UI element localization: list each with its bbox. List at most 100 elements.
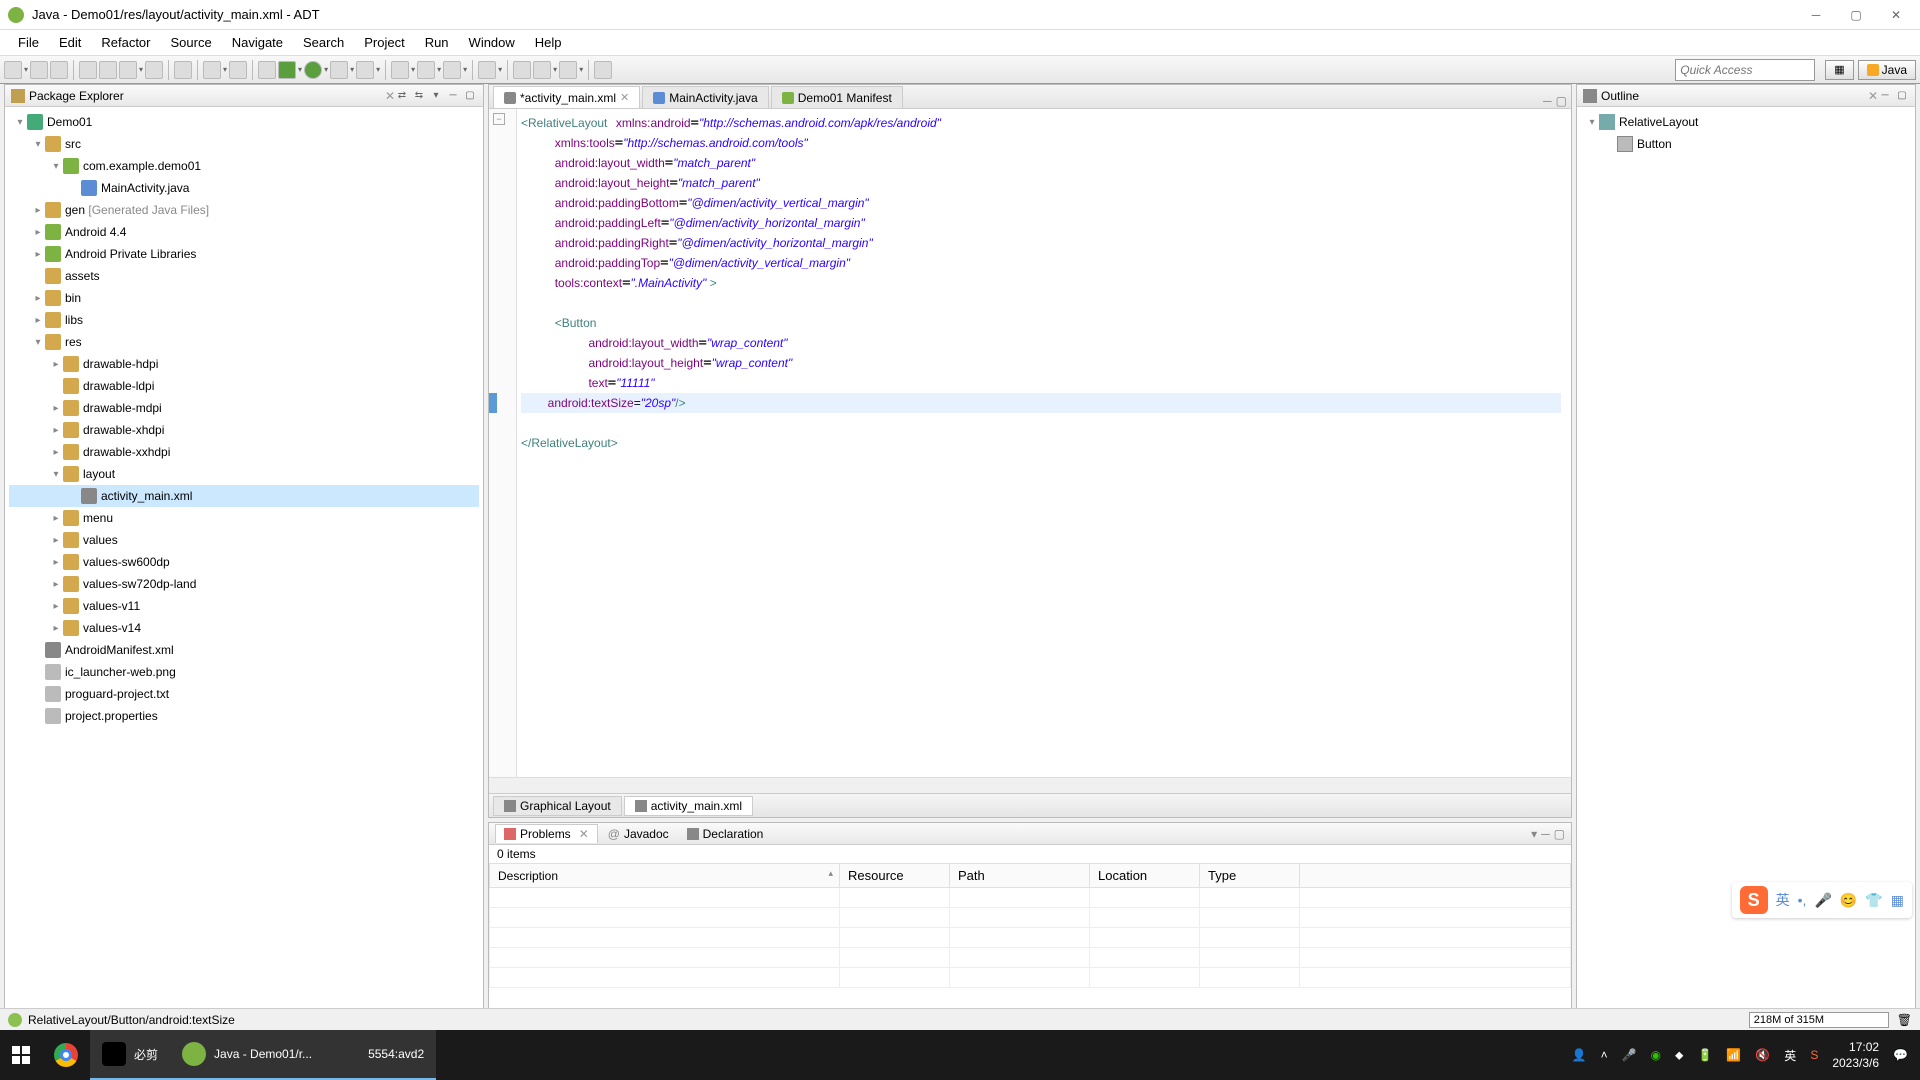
close-icon[interactable]: ✕ xyxy=(579,827,589,841)
save-all-button[interactable] xyxy=(50,61,68,79)
ime-grid[interactable]: ▦ xyxy=(1891,892,1904,909)
dropdown-icon[interactable]: ▾ xyxy=(411,65,415,74)
menu-project[interactable]: Project xyxy=(354,31,414,54)
table-row[interactable] xyxy=(490,948,1571,968)
menu-window[interactable]: Window xyxy=(459,31,525,54)
expand-icon[interactable]: ▸ xyxy=(31,227,45,238)
tree-libs[interactable]: ▸libs xyxy=(9,309,479,331)
tree-res[interactable]: ▾res xyxy=(9,331,479,353)
horizontal-scrollbar[interactable] xyxy=(489,777,1571,793)
graphical-layout-tab[interactable]: Graphical Layout xyxy=(493,796,622,816)
tree-layout-folder[interactable]: ▾layout xyxy=(9,463,479,485)
expand-icon[interactable]: ▸ xyxy=(31,293,45,304)
maximize-view-button[interactable]: ▢ xyxy=(1554,827,1565,841)
tree-menu-folder[interactable]: ▸menu xyxy=(9,507,479,529)
sogou-icon[interactable]: S xyxy=(1740,886,1768,914)
dropdown-icon[interactable]: ▾ xyxy=(553,65,557,74)
tree-src[interactable]: ▾src xyxy=(9,133,479,155)
expand-icon[interactable]: ▸ xyxy=(31,315,45,326)
tray-wifi-icon[interactable]: 📶 xyxy=(1726,1048,1741,1062)
quick-access-input[interactable] xyxy=(1675,59,1815,81)
dropdown-icon[interactable]: ▾ xyxy=(376,65,380,74)
tree-proguard[interactable]: proguard-project.txt xyxy=(9,683,479,705)
tree-values-sw600dp[interactable]: ▸values-sw600dp xyxy=(9,551,479,573)
dropdown-icon[interactable]: ▾ xyxy=(298,65,302,74)
dropdown-icon[interactable]: ▾ xyxy=(437,65,441,74)
dropdown-icon[interactable]: ▾ xyxy=(463,65,467,74)
tree-drawable-mdpi[interactable]: ▸drawable-mdpi xyxy=(9,397,479,419)
expand-icon[interactable]: ▾ xyxy=(49,469,63,480)
view-menu-button[interactable]: ▾ xyxy=(429,89,443,103)
taskbar-chrome[interactable] xyxy=(42,1030,90,1080)
source-tab[interactable]: activity_main.xml xyxy=(624,796,753,816)
taskbar-eclipse[interactable]: Java - Demo01/r... xyxy=(170,1030,324,1080)
taskbar-clock[interactable]: 17:02 2023/3/6 xyxy=(1832,1039,1879,1071)
menu-navigate[interactable]: Navigate xyxy=(222,31,293,54)
prev-edit-button[interactable] xyxy=(513,61,531,79)
ime-lang[interactable]: 英 xyxy=(1776,890,1790,910)
expand-icon[interactable]: ▸ xyxy=(49,601,63,612)
new-package-button[interactable] xyxy=(417,61,435,79)
expand-icon[interactable]: ▾ xyxy=(49,161,63,172)
javadoc-tab[interactable]: @ Javadoc xyxy=(600,825,677,843)
menu-edit[interactable]: Edit xyxy=(49,31,91,54)
tray-ime-icon[interactable]: 英 xyxy=(1784,1047,1796,1064)
minimize-editor-button[interactable]: ─ xyxy=(1543,94,1552,108)
tree-values[interactable]: ▸values xyxy=(9,529,479,551)
pin-button[interactable] xyxy=(594,61,612,79)
view-close-icon[interactable]: ✕ xyxy=(385,89,395,103)
dropdown-icon[interactable]: ▾ xyxy=(579,65,583,74)
editor-tab-manifest[interactable]: Demo01 Manifest xyxy=(771,86,903,108)
dropdown-icon[interactable]: ▾ xyxy=(324,65,328,74)
ime-emoji[interactable]: 😊 xyxy=(1840,892,1857,909)
dropdown-icon[interactable]: ▾ xyxy=(223,65,227,74)
problems-tab[interactable]: Problems✕ xyxy=(495,824,598,843)
tree-values-v14[interactable]: ▸values-v14 xyxy=(9,617,479,639)
view-close-icon[interactable]: ✕ xyxy=(1868,89,1878,103)
tray-wechat-icon[interactable]: ◉ xyxy=(1651,1048,1661,1062)
menu-refactor[interactable]: Refactor xyxy=(91,31,160,54)
minimize-view-button[interactable]: ─ xyxy=(1541,827,1550,841)
col-description[interactable]: Description▴ xyxy=(490,864,840,888)
tree-ic-launcher[interactable]: ic_launcher-web.png xyxy=(9,661,479,683)
tray-volume-icon[interactable]: 🔇 xyxy=(1755,1048,1770,1062)
check-button[interactable] xyxy=(203,61,221,79)
table-row[interactable] xyxy=(490,968,1571,988)
open-perspective-button[interactable]: ▦ xyxy=(1825,60,1853,80)
ime-skin[interactable]: 👕 xyxy=(1865,892,1882,909)
col-path[interactable]: Path xyxy=(950,864,1090,888)
ime-punct[interactable]: •, xyxy=(1798,892,1807,908)
run-last-button[interactable] xyxy=(330,61,348,79)
minimize-view-button[interactable]: ─ xyxy=(446,89,460,103)
expand-icon[interactable]: ▸ xyxy=(49,579,63,590)
declaration-tab[interactable]: Declaration xyxy=(679,825,772,843)
tree-java-file[interactable]: MainActivity.java xyxy=(9,177,479,199)
wand-button[interactable] xyxy=(258,61,276,79)
tree-package[interactable]: ▾com.example.demo01 xyxy=(9,155,479,177)
outline-button[interactable]: Button xyxy=(1581,133,1911,155)
close-button[interactable]: ✕ xyxy=(1888,7,1904,23)
menu-run[interactable]: Run xyxy=(415,31,459,54)
search-button[interactable] xyxy=(478,61,496,79)
expand-icon[interactable]: ▾ xyxy=(31,139,45,150)
ext-tools-button[interactable] xyxy=(356,61,374,79)
minimize-button[interactable]: ─ xyxy=(1808,7,1824,23)
package-button[interactable] xyxy=(229,61,247,79)
tree-drawable-xxhdpi[interactable]: ▸drawable-xxhdpi xyxy=(9,441,479,463)
start-button[interactable] xyxy=(0,1030,42,1080)
lint-button[interactable] xyxy=(119,61,137,79)
dropdown-icon[interactable]: ▾ xyxy=(350,65,354,74)
new-source-button[interactable] xyxy=(443,61,461,79)
tray-people-icon[interactable]: 👤 xyxy=(1572,1048,1587,1062)
maximize-view-button[interactable]: ▢ xyxy=(463,89,477,103)
menu-help[interactable]: Help xyxy=(525,31,572,54)
tray-app-icon[interactable]: ⬥ xyxy=(1675,1048,1683,1063)
col-resource[interactable]: Resource xyxy=(840,864,950,888)
expand-icon[interactable]: ▸ xyxy=(49,557,63,568)
expand-icon[interactable]: ▸ xyxy=(49,535,63,546)
tree-drawable-hdpi[interactable]: ▸drawable-hdpi xyxy=(9,353,479,375)
avd-manager-button[interactable] xyxy=(99,61,117,79)
expand-icon[interactable]: ▸ xyxy=(49,403,63,414)
link-editor-button[interactable]: ⇆ xyxy=(412,89,426,103)
menu-file[interactable]: File xyxy=(8,31,49,54)
